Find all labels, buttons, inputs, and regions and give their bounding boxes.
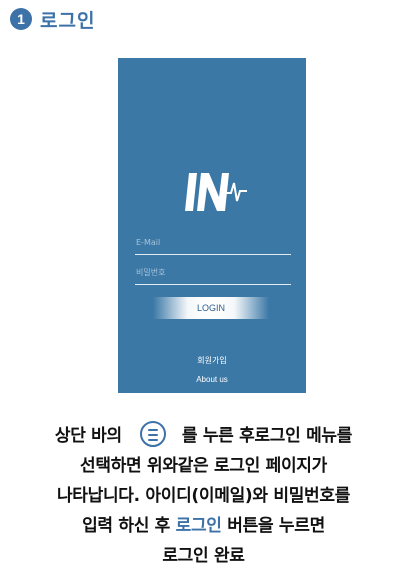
app-logo-pulse-icon: [185, 173, 247, 211]
step-number-badge: 1: [10, 8, 32, 30]
instruction-line-4: 입력 하신 후 로그인 버튼을 누르면: [0, 511, 407, 541]
instruction-line-1: 상단 바의 를 누른 후로그인 메뉴를: [0, 421, 407, 451]
hamburger-menu-icon: [139, 421, 166, 447]
email-input[interactable]: E-Mail: [135, 234, 291, 255]
phone-screenshot: E-Mail 비밀번호 LOGIN 회원가입 About us: [118, 58, 306, 393]
about-us-link[interactable]: About us: [118, 375, 306, 384]
login-highlight-text: 로그인: [175, 516, 222, 536]
instruction-text: 입력 하신 후: [82, 516, 176, 536]
instruction-text: 상단 바의: [54, 426, 122, 446]
signup-link[interactable]: 회원가입: [118, 355, 306, 366]
instruction-text: 를 누른 후로그인 메뉴를: [181, 426, 353, 446]
instruction-text: 버튼을 누르면: [221, 516, 325, 536]
instructions-text: 상단 바의 를 누른 후로그인 메뉴를 선택하면 위와같은 로그인 페이지가 나타…: [0, 421, 407, 571]
instruction-line-3: 나타납니다. 아이디(이메일)와 비밀번호를: [56, 486, 351, 506]
instruction-line-5: 로그인 완료: [162, 546, 245, 566]
password-input[interactable]: 비밀번호: [135, 264, 291, 285]
step-header: 1 로그인: [10, 7, 96, 32]
step-title: 로그인: [40, 9, 96, 32]
instruction-line-2: 선택하면 위와같은 로그인 페이지가: [80, 456, 327, 476]
login-button[interactable]: LOGIN: [153, 297, 269, 319]
